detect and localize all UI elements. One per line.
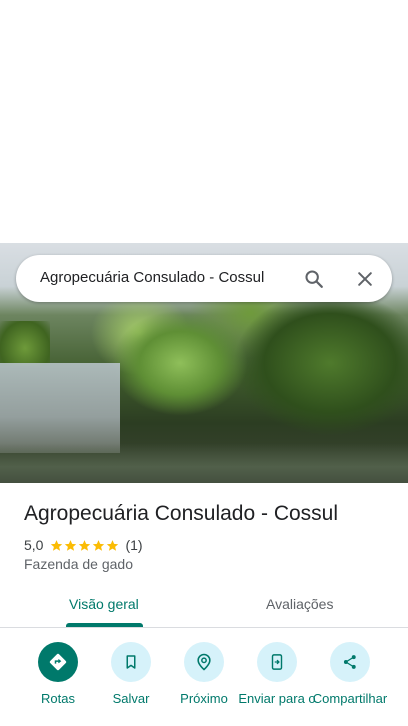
tab-reviews[interactable]: Avaliações — [266, 596, 333, 612]
place-category: Fazenda de gado — [24, 556, 133, 572]
place-sheet: Agropecuária Consulado - Cossul Agropecu… — [0, 0, 408, 726]
rating-row[interactable]: 5,0 (1) — [24, 537, 143, 553]
star-icon — [107, 539, 119, 551]
nearby-icon — [184, 642, 224, 682]
place-title: Agropecuária Consulado - Cossul — [24, 502, 339, 525]
bookmark-icon — [111, 642, 151, 682]
directions-button[interactable]: Rotas — [19, 640, 97, 706]
share-label: Compartilhar — [312, 691, 388, 706]
photo-shore — [0, 321, 50, 366]
photo-water — [0, 363, 120, 453]
share-icon — [330, 642, 370, 682]
send-to-phone-button[interactable]: Enviar para o — [238, 640, 316, 706]
save-button[interactable]: Salvar — [92, 640, 170, 706]
search-query[interactable]: Agropecuária Consulado - Cossul — [40, 269, 264, 286]
send-to-phone-label: Enviar para o — [238, 691, 316, 706]
star-icon — [65, 539, 77, 551]
review-count[interactable]: (1) — [125, 537, 142, 553]
directions-icon — [38, 642, 78, 682]
active-tab-indicator — [66, 623, 143, 627]
star-icon — [79, 539, 91, 551]
tab-bar: Visão geral Avaliações — [0, 586, 408, 628]
search-icon[interactable] — [298, 263, 330, 295]
share-button[interactable]: Compartilhar — [311, 640, 389, 706]
star-icon — [93, 539, 105, 551]
tab-overview[interactable]: Visão geral — [69, 596, 139, 612]
action-bar: Rotas Salvar Próximo Enviar para o Compa… — [0, 640, 408, 726]
nearby-label: Próximo — [180, 691, 228, 706]
star-icon — [51, 539, 63, 551]
nearby-button[interactable]: Próximo — [165, 640, 243, 706]
star-rating — [50, 539, 119, 552]
search-bar[interactable]: Agropecuária Consulado - Cossul — [16, 255, 392, 302]
send-to-phone-icon — [257, 642, 297, 682]
directions-label: Rotas — [41, 691, 75, 706]
close-icon[interactable] — [349, 263, 381, 295]
rating-value: 5,0 — [24, 537, 44, 553]
photo-ground — [0, 443, 408, 483]
save-label: Salvar — [112, 691, 150, 706]
